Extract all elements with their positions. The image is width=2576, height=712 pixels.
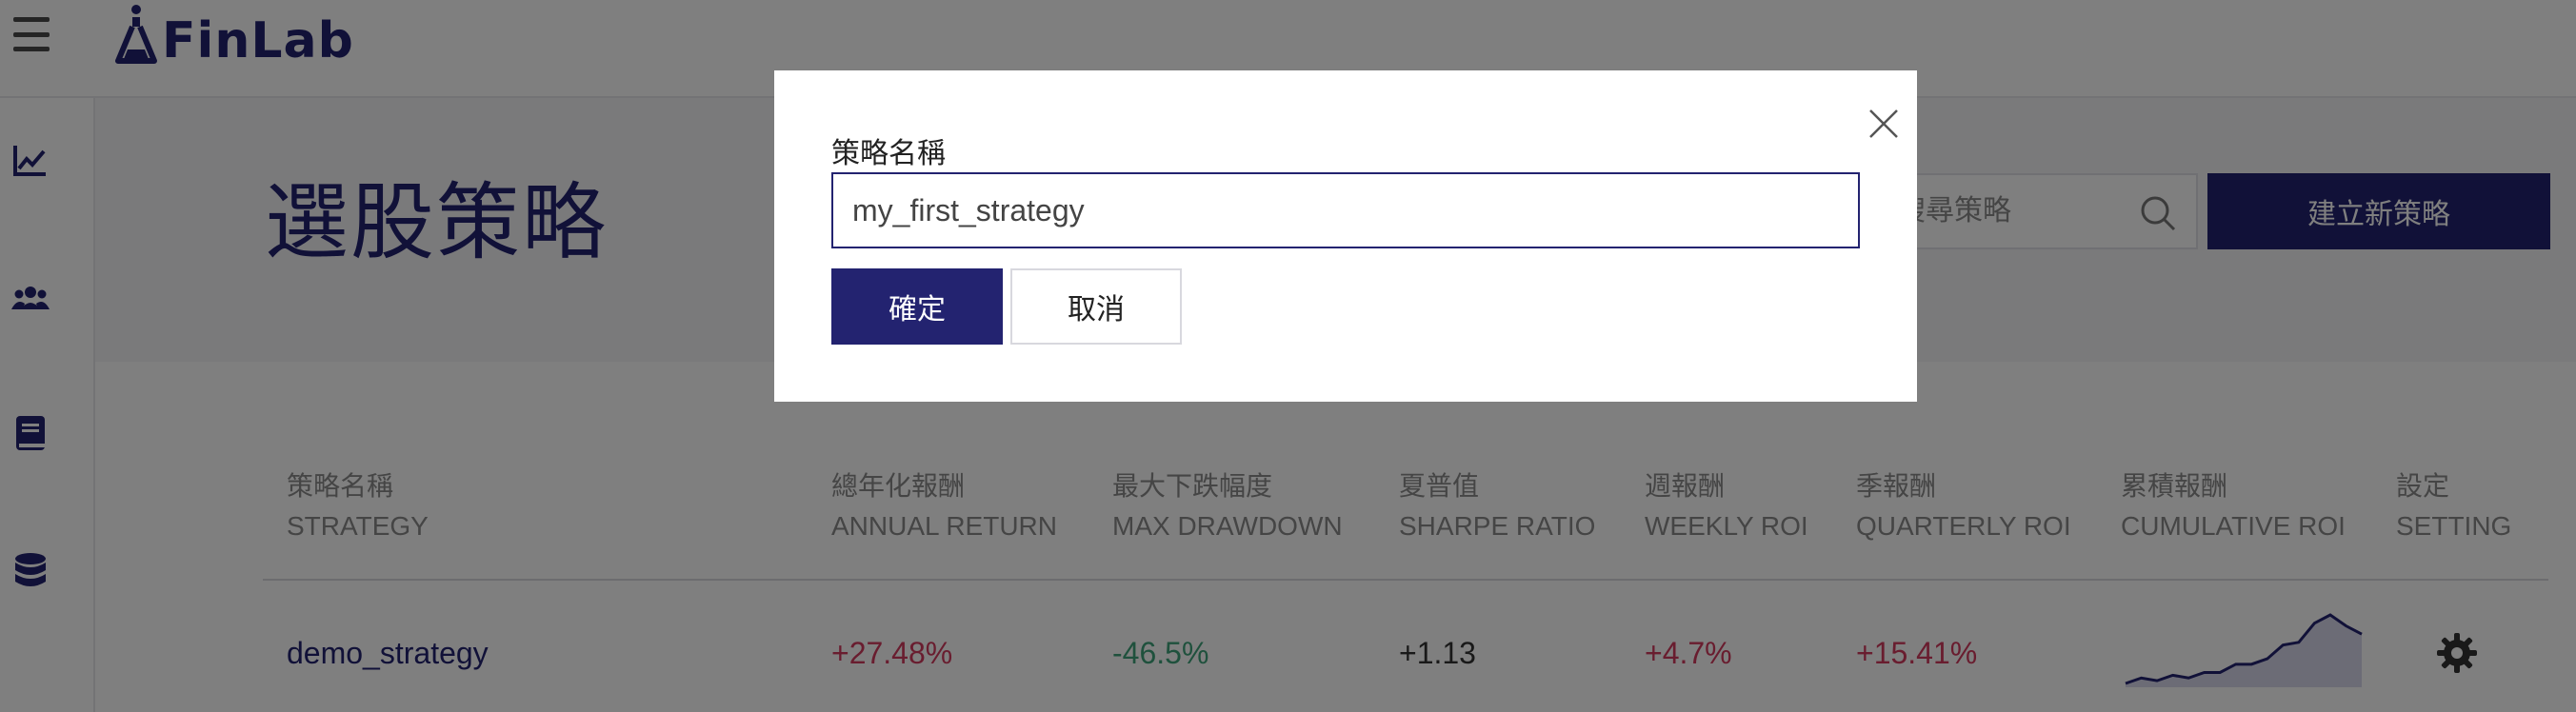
strategy-name-input[interactable]: [831, 172, 1860, 248]
cancel-button[interactable]: 取消: [1010, 268, 1182, 345]
strategy-name-label: 策略名稱: [831, 138, 946, 169]
close-icon[interactable]: [1855, 95, 1912, 152]
confirm-button[interactable]: 確定: [831, 268, 1003, 345]
create-strategy-dialog: 策略名稱 確定 取消: [774, 70, 1917, 402]
